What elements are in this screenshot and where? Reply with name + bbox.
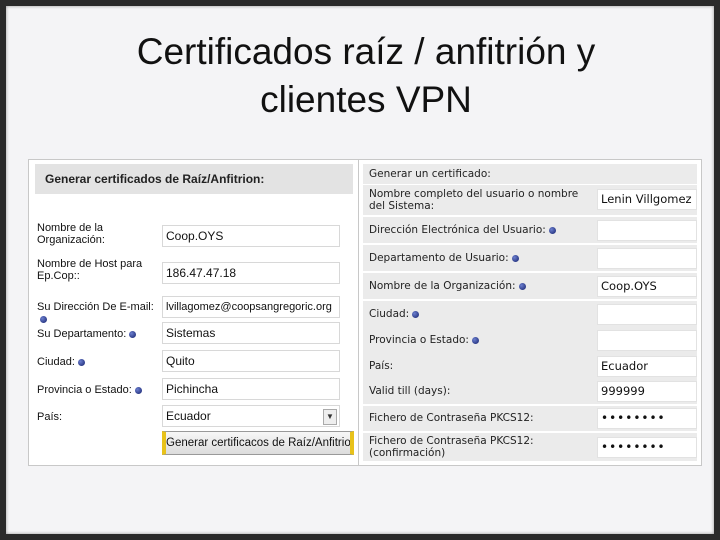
pkcs12-password-label: Fichero de Contraseña PKCS12: [369,412,534,424]
province-label: Provincia o Estado: [37,384,157,396]
valid-days-row: Valid till (days): 999999 [363,379,697,404]
country-selected-value: Ecuador [166,409,211,423]
client-form-header: Generar un certificado: [363,164,697,184]
required-bullet-icon [511,254,519,262]
user-org-row: Nombre de la Organización: Coop.OYS [363,273,697,299]
required-bullet-icon [412,310,420,318]
slide-frame: Certificados raíz / anfitrión y clientes… [0,0,720,540]
pkcs12-confirm-input[interactable]: •••••••• [597,437,697,458]
country-label: País: [37,411,63,423]
pkcs12-password-input[interactable]: •••••••• [597,408,697,429]
user-org-label: Nombre de la Organización: [369,280,595,292]
required-bullet-icon [134,386,142,394]
hostname-label: Nombre de Host para Ep.Cop:: [37,258,143,282]
user-province-label: Provincia o Estado: [369,334,595,346]
required-bullet-icon [471,336,479,344]
valid-days-input[interactable]: 999999 [597,381,697,402]
city-input[interactable]: Quito [162,350,340,372]
generate-root-certs-button[interactable]: Generar certificacos de Raíz/Anfitrion [162,431,354,455]
title-line-2: clientes VPN [260,79,472,120]
user-org-input[interactable]: Coop.OYS [597,276,697,297]
user-country-label: País: [369,360,394,372]
user-department-label: Departamento de Usuario: [369,252,595,264]
title-line-1: Certificados raíz / anfitrión y [136,31,596,72]
user-department-input[interactable] [597,248,697,269]
email-input[interactable]: lvillagomez@coopsangregoric.org [162,296,340,318]
department-label: Su Departamento: [37,328,157,340]
country-select[interactable]: Ecuador ▼ [162,405,340,427]
required-bullet-icon [77,358,85,366]
required-bullet-icon [548,226,556,234]
province-input[interactable]: Pichincha [162,378,340,400]
user-country-input[interactable]: Ecuador [597,356,697,377]
required-bullet-icon [40,315,47,323]
pkcs12-confirm-row: Fichero de Contraseña PKCS12: (confirmac… [363,433,697,461]
user-email-label: Dirección Electrónica del Usuario: [369,224,595,236]
fullname-input[interactable]: Lenin Villgomez [597,189,697,210]
user-city-input[interactable] [597,304,697,325]
user-province-row: Provincia o Estado: [363,327,697,353]
user-province-input[interactable] [597,330,697,351]
pkcs12-password-row: Fichero de Contraseña PKCS12: •••••••• [363,406,697,431]
slide-title: Certificados raíz / anfitrión y clientes… [46,28,686,124]
hostname-input[interactable]: 186.47.47.18 [162,262,340,284]
fullname-label: Nombre completo del usuario o nombre del… [369,188,579,212]
user-city-label: Ciudad: [369,308,595,320]
user-country-row: País: Ecuador [363,353,697,379]
email-label: Su Dirección De E-mail: [37,301,157,325]
user-email-row: Dirección Electrónica del Usuario: [363,217,697,243]
user-department-row: Departamento de Usuario: [363,245,697,271]
city-label: Ciudad: [37,356,157,368]
valid-days-label: Valid till (days): [369,385,451,397]
dropdown-arrow-icon[interactable]: ▼ [323,409,337,425]
org-name-label: Nombre de la Organización: [37,222,105,246]
department-input[interactable]: Sistemas [162,322,340,344]
root-form-header: Generar certificados de Raíz/Anfitrion: [35,164,353,194]
fullname-row: Nombre completo del usuario o nombre del… [363,185,697,215]
slide: Certificados raíz / anfitrión y clientes… [6,6,714,534]
client-cert-form: Generar un certificado: Nombre completo … [358,159,702,466]
user-email-input[interactable] [597,220,697,241]
pkcs12-confirm-label: Fichero de Contraseña PKCS12: (confirmac… [369,435,534,459]
required-bullet-icon [518,282,526,290]
root-host-cert-form: Generar certificados de Raíz/Anfitrion: … [28,159,360,466]
required-bullet-icon [129,330,137,338]
user-city-row: Ciudad: [363,301,697,327]
org-name-input[interactable]: Coop.OYS [162,225,340,247]
